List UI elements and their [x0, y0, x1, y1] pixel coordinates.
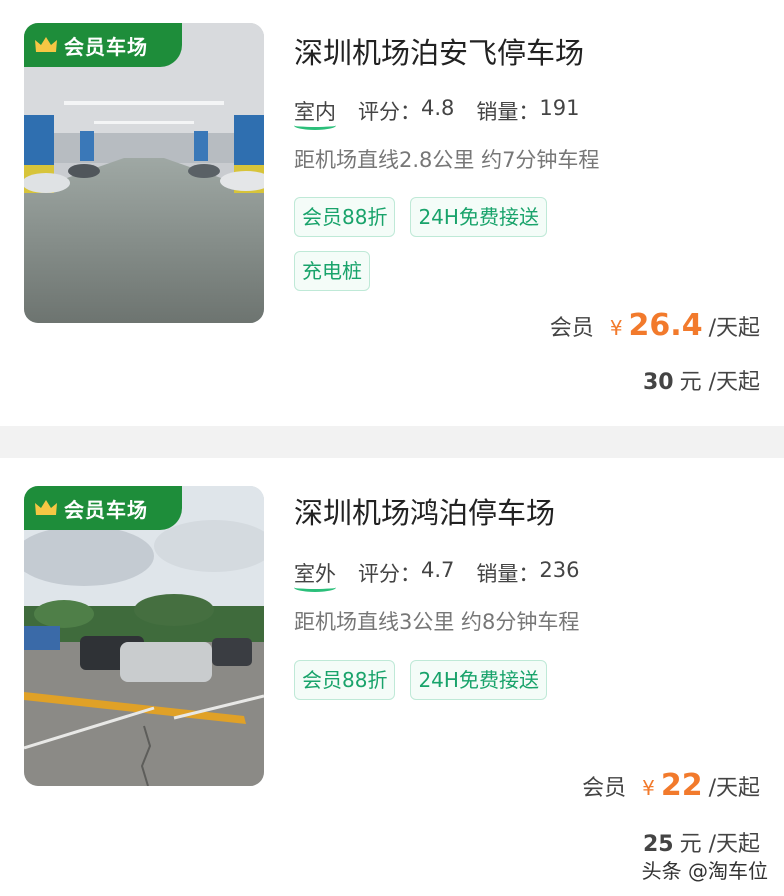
distance-text: 距机场直线2.8公里 约7分钟车程 — [294, 148, 600, 172]
crown-icon — [34, 35, 58, 55]
member-parking-badge: 会员车场 — [24, 486, 182, 530]
sales-label: 销量： — [476, 562, 540, 586]
tag-shuttle: 24H免费接送 — [410, 197, 547, 237]
currency-symbol: ¥ — [609, 316, 623, 340]
tag-discount: 会员88折 — [294, 660, 396, 700]
tag-list: 会员88折 24H免费接送 — [294, 660, 594, 714]
rating-label: 评分： — [358, 562, 421, 586]
per-day-label: /天起 — [708, 316, 760, 341]
tag-charging: 充电桩 — [294, 251, 370, 291]
badge-label: 会员车场 — [64, 34, 148, 59]
distance-text: 距机场直线3公里 约8分钟车程 — [294, 610, 580, 634]
member-parking-badge: 会员车场 — [24, 23, 182, 67]
tag-discount: 会员88折 — [294, 197, 396, 237]
rating-label: 评分： — [358, 100, 421, 124]
original-price: 25 — [642, 832, 674, 857]
sales-value: 236 — [539, 558, 580, 582]
original-per-day: /天起 — [708, 370, 760, 395]
parking-name[interactable]: 深圳机场泊安飞停车场 — [294, 30, 584, 72]
tag-list: 会员88折 24H免费接送 充电桩 — [294, 197, 594, 305]
parking-card[interactable]: 会员车场 深圳机场泊安飞停车场 室内 评分： 4.8 销量： 191 距机场直线… — [0, 0, 784, 426]
tag-shuttle: 24H免费接送 — [410, 660, 547, 700]
parking-photo-indoor[interactable]: 会员车场 — [24, 23, 264, 323]
rating-value: 4.7 — [421, 558, 455, 582]
watermark-text: 头条 @淘车位 — [641, 859, 768, 883]
badge-label: 会员车场 — [64, 497, 148, 522]
member-price: 22 — [660, 768, 703, 803]
per-day-label: /天起 — [708, 776, 760, 801]
original-price-unit: 元 — [679, 832, 702, 857]
indoor-garage-image — [24, 23, 264, 323]
currency-symbol: ¥ — [642, 776, 655, 800]
parking-photo-outdoor[interactable]: 会员车场 — [24, 486, 264, 786]
parking-meta: 室内 评分： 4.8 销量： 191 — [294, 96, 580, 130]
original-price-unit: 元 — [679, 370, 702, 395]
parking-card[interactable]: 会员车场 深圳机场鸿泊停车场 室外 评分： 4.7 销量： 236 距机场直线3… — [0, 458, 784, 896]
original-price-row: 25 元 /天起 — [643, 826, 760, 858]
member-price: 26.4 — [628, 308, 703, 343]
parking-meta: 室外 评分： 4.7 销量： 236 — [294, 558, 580, 592]
original-per-day: /天起 — [708, 832, 760, 857]
original-price-row: 30 元 /天起 — [643, 364, 760, 396]
sales-value: 191 — [539, 96, 580, 120]
member-label: 会员 — [549, 316, 594, 341]
sales-label: 销量： — [476, 100, 540, 124]
crown-icon — [34, 498, 58, 518]
rating-value: 4.8 — [421, 96, 455, 120]
member-price-row: 会员 ¥ 26.4 /天起 — [550, 308, 760, 343]
outdoor-lot-image — [24, 486, 264, 786]
parking-type: 室内 — [294, 96, 336, 130]
parking-name[interactable]: 深圳机场鸿泊停车场 — [294, 490, 555, 532]
original-price: 30 — [642, 370, 674, 395]
parking-type: 室外 — [294, 558, 336, 592]
member-label: 会员 — [582, 776, 627, 801]
member-price-row: 会员 ¥ 22 /天起 — [582, 768, 760, 803]
